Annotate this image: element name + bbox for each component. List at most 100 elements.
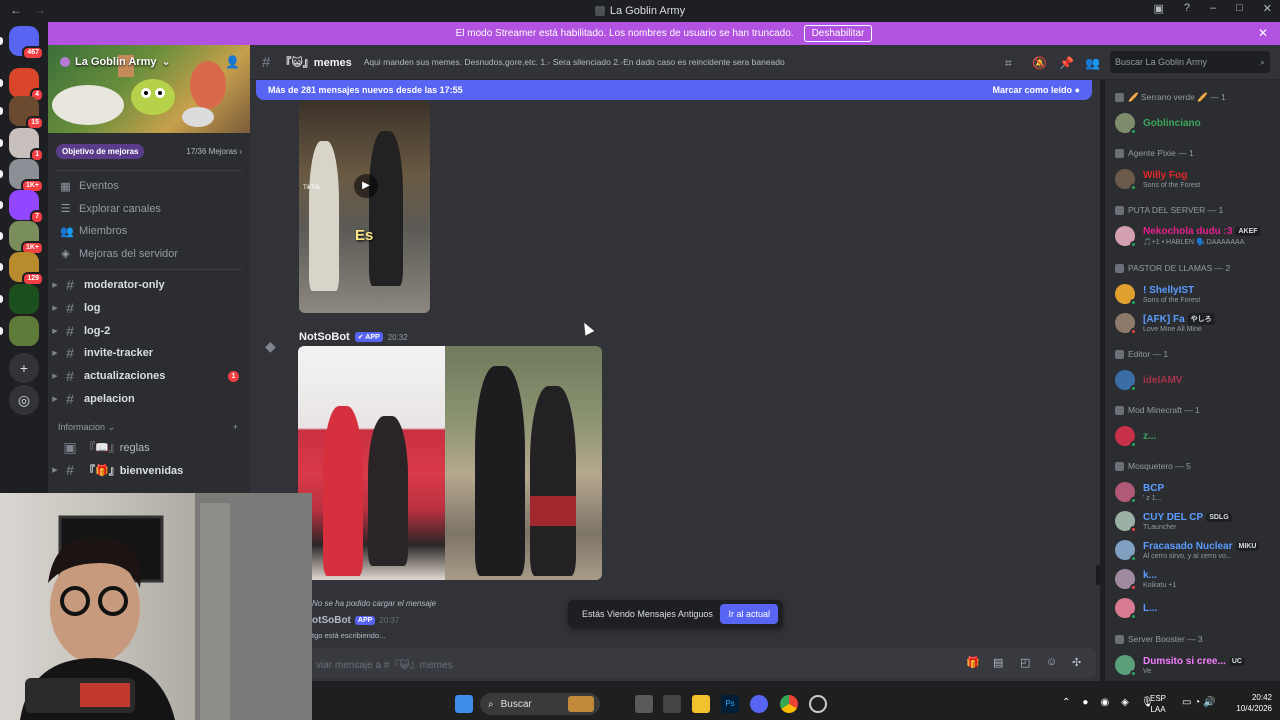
channel-item[interactable]: ▶ # apelacion (48, 387, 250, 410)
start-icon[interactable] (455, 695, 473, 713)
channel-topic[interactable]: Aqui manden sus memes. Desnudos,gore,etc… (364, 57, 984, 67)
file-explorer-icon[interactable] (692, 695, 710, 713)
sticker-icon[interactable]: ◰ (1020, 656, 1030, 669)
video-attachment[interactable]: TikTok ▶ Es (299, 101, 430, 313)
invite-people-icon[interactable]: 👤 (225, 55, 240, 69)
gift-icon[interactable]: 🎁 (966, 656, 980, 669)
new-messages-bar[interactable]: Más de 281 mensajes nuevos desde las 17:… (256, 80, 1092, 100)
image-attachment[interactable] (298, 346, 602, 580)
photoshop-icon[interactable]: Ps (721, 695, 739, 713)
channel-item[interactable]: ▶ # invite-tracker (48, 342, 250, 365)
server-icon[interactable] (9, 284, 39, 314)
member-item[interactable]: [AFK] Fa やしろ Love Mine All Mine (1115, 308, 1215, 338)
minimize-button[interactable]: – (1210, 2, 1216, 15)
message-author-2[interactable]: otSoBot (312, 615, 351, 626)
taskbar: ⌕ Buscar Ps ⌃ ● ◉ ◈ 🎙 ESP LAA ▭ ◔ 🔊 20:4… (312, 688, 1280, 720)
disable-streamer-button[interactable]: Deshabilitar (803, 25, 873, 42)
task-view-icon[interactable] (635, 695, 653, 713)
role-icon (1115, 93, 1124, 102)
network-volume-icons[interactable]: ▭ ◔ 🔊 (1182, 697, 1216, 708)
server-icon[interactable]: 1K+ (9, 221, 44, 255)
member-item[interactable]: CUY DEL CP SDLG TLauncher (1115, 506, 1232, 536)
server-banner[interactable]: La Goblin Army ⌄ 👤 (48, 45, 250, 133)
jump-present-button[interactable]: Ir al actual (720, 604, 778, 624)
channel-item[interactable]: ▶ # moderator-only (48, 274, 250, 297)
mark-read-button[interactable]: Marcar como leído ● (993, 85, 1080, 95)
tray-app-icon[interactable]: ◈ (1121, 697, 1129, 708)
nav-item[interactable]: 👥 Miembros (48, 220, 250, 243)
member-item[interactable]: ! ShellyIST Sons of the Forest (1115, 279, 1200, 309)
notifications-muted-icon[interactable]: 🔕 (1032, 56, 1047, 70)
inbox-icon[interactable]: ▣ (1153, 2, 1163, 15)
back-arrow-icon[interactable]: ← (10, 3, 22, 17)
maximize-button[interactable]: □ (1236, 2, 1243, 15)
bot-avatar-icon[interactable]: ◆ (265, 338, 283, 356)
server-icon[interactable]: 467 (9, 26, 44, 60)
clock[interactable]: 20:42 10/4/2026 (1236, 692, 1272, 714)
server-nav: ▦ Eventos ☰ Explorar canales 👥 Miembros ◈ Mejor… (48, 175, 250, 265)
forward-arrow-icon[interactable]: → (34, 3, 46, 17)
emoji-icon[interactable]: ☺ (1046, 656, 1057, 668)
member-item[interactable]: Goblinciano (1115, 108, 1201, 138)
message-input[interactable]: viar mensaje a #『😺』memes 🎁 ▤ ◰ ☺ ✣ (256, 648, 1096, 678)
status-icon (1130, 241, 1137, 248)
channel-item[interactable]: ▶ # log (48, 297, 250, 320)
terminal-icon[interactable] (663, 695, 681, 713)
banner-close-icon[interactable]: ✕ (1258, 26, 1268, 40)
boost-goal[interactable]: Objetivo de mejoras 17/36 Mejoras › (56, 140, 242, 162)
member-item[interactable]: L... (1115, 593, 1157, 623)
channel-label: actualizaciones (84, 370, 166, 383)
nav-item[interactable]: ☰ Explorar canales (48, 198, 250, 221)
nav-item[interactable]: ◈ Mejoras del servidor (48, 243, 250, 266)
play-icon[interactable]: ▶ (354, 174, 378, 198)
tray-app-icon[interactable]: ◉ (1100, 697, 1109, 708)
member-activity: Sons of the Forest (1143, 296, 1201, 304)
server-icon[interactable]: 129 (9, 252, 44, 286)
close-button[interactable]: ✕ (1263, 2, 1272, 15)
server-icon[interactable]: 4 (9, 68, 44, 102)
discord-icon[interactable] (750, 695, 768, 713)
member-item[interactable]: Dumsito si cree... UC Ve (1115, 650, 1245, 680)
tray-chevron-icon[interactable]: ⌃ (1062, 697, 1070, 708)
taskbar-search[interactable]: ⌕ Buscar (480, 693, 600, 715)
pin-icon[interactable]: 📌 (1059, 56, 1074, 70)
collapse-arrow-icon: ▶ (52, 282, 58, 290)
category-informacion[interactable]: Informacion ⌄ + (48, 418, 250, 436)
channel-item[interactable]: ▶ # log-2 (48, 319, 250, 342)
obs-icon[interactable] (809, 695, 827, 713)
server-icon[interactable]: 1K+ (9, 159, 44, 193)
nav-item-label: Mejoras del servidor (79, 247, 179, 260)
member-item[interactable]: z... (1115, 421, 1156, 451)
nav-item[interactable]: ▦ Eventos (48, 175, 250, 198)
guild-tag: SDLG (1206, 512, 1232, 522)
add-server-icon[interactable]: + (9, 353, 39, 383)
channel-item[interactable]: ▶ # actualizaciones 1 (48, 365, 250, 388)
server-icon[interactable]: 1 (9, 128, 44, 162)
channel-item[interactable]: ▣ 『📖』reglas (48, 436, 250, 459)
threads-icon[interactable]: ⌗ (1005, 56, 1019, 70)
search-input[interactable]: Buscar La Goblin Army ⌕ (1110, 51, 1270, 73)
member-item[interactable]: Willy Fog Sons of the Forest (1115, 164, 1200, 194)
server-icon[interactable]: 15 (9, 96, 44, 130)
chrome-icon[interactable] (780, 695, 798, 713)
member-item[interactable]: k... Koikatu +1 (1115, 564, 1176, 594)
server-icon[interactable]: 7 (9, 190, 44, 224)
member-item[interactable]: Fracasado Nuclear MIKU Al cerro sirvo, y a… (1115, 535, 1260, 565)
scrollbar-thumb[interactable] (1096, 565, 1100, 585)
window-title-text: La Goblin Army (609, 4, 686, 17)
server-name[interactable]: La Goblin Army ⌄ (60, 55, 171, 68)
message-author[interactable]: NotSoBot (299, 331, 350, 343)
member-item[interactable]: BCP ' z 1... (1115, 477, 1164, 507)
member-item[interactable]: Nekochola dudu :3 AKEF 🎵+1 • HABLEN 🗣️ DAA… (1115, 221, 1261, 251)
discover-icon[interactable]: ◎ (9, 385, 39, 415)
tray-app-icon[interactable]: ● (1082, 697, 1088, 708)
apps-icon[interactable]: ✣ (1072, 656, 1081, 669)
language-indicator[interactable]: ESP LAA (1150, 693, 1166, 715)
server-icon[interactable] (9, 316, 39, 346)
member-item[interactable]: idelAMV (1115, 365, 1182, 395)
channel-item[interactable]: ▶ # 『🎁』bienvenidas (48, 459, 250, 482)
member-list-icon[interactable]: 👥 (1085, 56, 1100, 70)
help-icon[interactable]: ? (1184, 2, 1190, 15)
add-channel-icon[interactable]: + (233, 422, 238, 432)
gif-icon[interactable]: ▤ (993, 656, 1003, 669)
